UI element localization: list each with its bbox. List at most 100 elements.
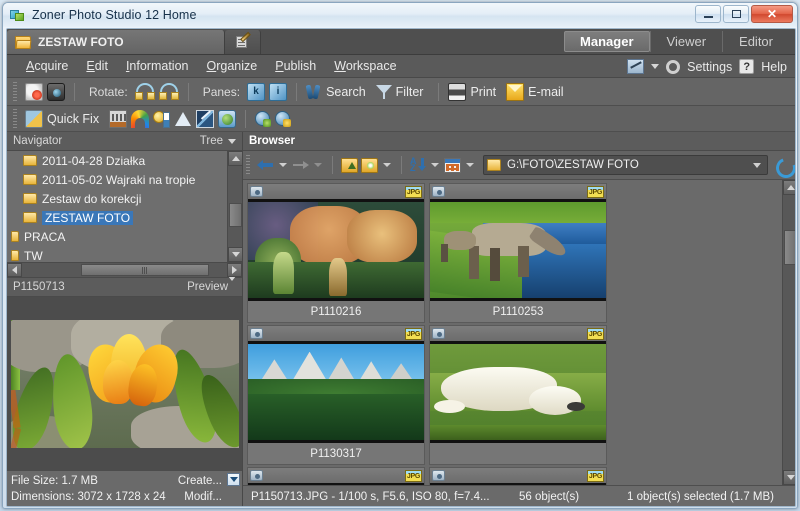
quick-fix-icon[interactable] [25, 110, 43, 128]
email-button[interactable]: E-mail [528, 85, 563, 99]
rotate-left-icon[interactable] [135, 83, 155, 100]
menu-edit[interactable]: Edit [77, 57, 117, 75]
preview-title[interactable]: Preview [187, 281, 228, 293]
scroll-down-button[interactable] [228, 247, 242, 262]
envelope-icon[interactable] [506, 83, 524, 101]
levels-icon[interactable] [109, 110, 127, 128]
tab-viewer[interactable]: Viewer [650, 31, 723, 52]
tab-editor-pen[interactable] [225, 30, 261, 54]
tree-item-praca[interactable]: PRACA [7, 227, 242, 246]
scroll-left-button[interactable] [7, 263, 22, 277]
created-label[interactable]: Create... [178, 473, 222, 489]
chevron-down-icon[interactable] [228, 276, 236, 293]
funnel-icon[interactable] [376, 84, 392, 100]
binoculars-icon[interactable] [306, 83, 322, 101]
new-folder-chevron-down-icon[interactable] [383, 163, 391, 167]
folder-up-icon[interactable] [341, 158, 358, 173]
zoom-in-icon[interactable] [255, 111, 271, 127]
toolbar-grip[interactable] [13, 109, 17, 129]
new-folder-icon[interactable] [361, 158, 378, 173]
navigator-horizontal-scrollbar[interactable] [7, 262, 242, 277]
thumbnail-item[interactable]: JPG [247, 467, 425, 485]
scroll-up-button[interactable] [783, 180, 796, 195]
scrollbar-thumb[interactable] [81, 264, 209, 276]
scroll-down-button[interactable] [783, 470, 796, 485]
tree-item-zestaw-foto[interactable]: ZESTAW FOTO [7, 208, 242, 227]
help-button[interactable]: Help [761, 60, 787, 74]
rainbow-colors-icon[interactable] [131, 110, 149, 128]
acquire-icon[interactable] [25, 83, 43, 101]
path-chevron-down-icon[interactable] [753, 163, 761, 168]
pane-right-icon[interactable]: i [269, 83, 287, 101]
chevron-right-icon [232, 266, 237, 274]
tree-item-1[interactable]: 2011-05-02 Wajraki na tropie [7, 170, 242, 189]
search-button[interactable]: Search [326, 85, 366, 99]
camera-icon[interactable] [47, 83, 65, 101]
thumbnail-item[interactable]: JPG [247, 183, 425, 323]
tab-manager[interactable]: Manager [564, 31, 649, 52]
close-button[interactable]: ✕ [751, 5, 793, 23]
menu-information[interactable]: Information [117, 57, 198, 75]
navigator-vertical-scrollbar[interactable] [227, 151, 242, 262]
scroll-right-button[interactable] [227, 263, 242, 277]
thumbnail-badge-bar: JPG [248, 184, 424, 199]
sort-az-icon[interactable]: AZ [410, 157, 426, 173]
tree-item-2[interactable]: Zestaw do korekcji [7, 189, 242, 208]
thumbnail-image [430, 199, 606, 301]
effects-icon[interactable] [196, 110, 214, 128]
question-mark-icon[interactable]: ? [739, 59, 754, 74]
thumbnail-item[interactable]: JPG [429, 183, 607, 323]
refresh-icon[interactable] [775, 157, 792, 173]
thumbnail-grid[interactable]: JPG [243, 180, 796, 485]
sharpen-triangle-icon[interactable] [174, 110, 192, 128]
pane-left-icon[interactable]: k [247, 83, 265, 101]
thumbnail-view-icon[interactable] [444, 158, 461, 173]
menu-workspace[interactable]: Workspace [325, 57, 405, 75]
web-globe-icon[interactable] [218, 110, 236, 128]
minimize-button[interactable] [695, 5, 721, 23]
sort-chevron-down-icon[interactable] [431, 163, 439, 167]
menu-organize[interactable]: Organize [197, 57, 266, 75]
scrollbar-thumb[interactable] [229, 203, 242, 227]
menu-publish[interactable]: Publish [266, 57, 325, 75]
arrow-back-icon[interactable] [257, 158, 274, 172]
path-input[interactable]: G:\FOTO\ZESTAW FOTO [483, 155, 768, 175]
zoom-out-icon[interactable] [275, 111, 291, 127]
tree-item-tw[interactable]: TW [7, 246, 242, 262]
chevron-down-icon[interactable] [651, 64, 659, 69]
menu-acquire[interactable]: Acquire [17, 57, 77, 75]
back-history-chevron-down-icon[interactable] [279, 163, 287, 167]
toolbar-separator [332, 156, 333, 174]
thumbnail-item[interactable]: JPG [247, 325, 425, 465]
settings-button[interactable]: Settings [687, 60, 732, 74]
toolbar-separator [74, 83, 75, 101]
scrollbar-thumb[interactable] [784, 230, 796, 265]
rotate-right-icon[interactable] [159, 83, 179, 100]
tab-zestaw-foto[interactable]: ZESTAW FOTO [7, 30, 225, 54]
forward-history-chevron-down-icon[interactable] [314, 163, 322, 167]
scroll-up-button[interactable] [228, 151, 242, 166]
maximize-button[interactable] [723, 5, 749, 23]
brightness-icon[interactable] [153, 110, 170, 128]
grid-vertical-scrollbar[interactable] [782, 180, 796, 485]
toolbar-grip[interactable] [13, 82, 17, 102]
tab-editor[interactable]: Editor [722, 31, 789, 52]
preview-image-area[interactable] [7, 297, 242, 471]
thumbnail-item[interactable]: JPG [429, 325, 607, 465]
printer-icon[interactable] [448, 83, 466, 101]
tree-item-0[interactable]: 2011-04-28 Działka [7, 151, 242, 170]
modified-label[interactable]: Modif... [184, 489, 222, 505]
toolbar-grip[interactable] [246, 155, 250, 175]
arrow-forward-icon[interactable] [292, 158, 309, 172]
thumbnail-item[interactable]: JPG [429, 467, 607, 485]
print-button[interactable]: Print [470, 85, 496, 99]
quick-fix-button[interactable]: Quick Fix [47, 112, 99, 126]
navigator-mode-label[interactable]: Tree [200, 135, 223, 147]
chevron-down-icon[interactable] [228, 139, 236, 144]
navigator-tree[interactable]: 2011-04-28 Działka 2011-05-02 Wajraki na… [7, 151, 242, 262]
gear-icon[interactable] [666, 60, 680, 74]
expand-down-icon[interactable] [227, 473, 240, 486]
screen-mode-icon[interactable] [627, 59, 644, 74]
view-chevron-down-icon[interactable] [466, 163, 474, 167]
filter-button[interactable]: Filter [396, 85, 424, 99]
